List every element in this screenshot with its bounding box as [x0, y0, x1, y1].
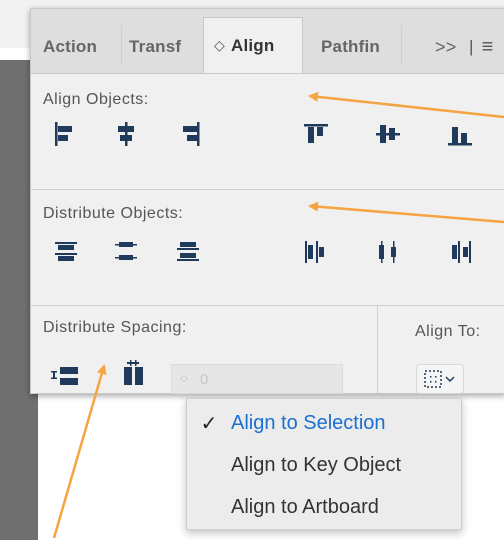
- tab-align-label: Align: [230, 35, 275, 55]
- horizontal-align-right-icon[interactable]: [171, 119, 205, 149]
- align-to-label: Align To:: [415, 323, 481, 340]
- distribute-spacing-label: Distribute Spacing:: [43, 319, 187, 336]
- panel-tab-bar: Action Transf ◇ Align Pathfin >> | ≡: [31, 9, 504, 74]
- tab-collapse-icon: ◇: [214, 37, 225, 53]
- horizontal-align-center-icon[interactable]: [109, 119, 143, 149]
- section-divider: [31, 189, 504, 190]
- vertical-distribute-space-icon[interactable]: [49, 361, 83, 391]
- distribute-objects-label: Distribute Objects:: [43, 205, 184, 222]
- tab-separator: [401, 25, 402, 65]
- align-to-dropdown-button[interactable]: [416, 364, 464, 394]
- spacing-value-field[interactable]: 0: [196, 371, 208, 388]
- dropdown-item-label: Align to Artboard: [231, 495, 379, 518]
- vertical-align-center-icon[interactable]: [371, 119, 405, 149]
- vertical-align-bottom-icon[interactable]: [443, 119, 477, 149]
- tab-align[interactable]: ◇ Align: [203, 17, 303, 73]
- tab-pathfinder[interactable]: Pathfin: [321, 27, 380, 67]
- vertical-align-top-icon[interactable]: [299, 119, 333, 149]
- spacing-value-stepper[interactable]: ︿ ﹀ 0: [171, 364, 343, 394]
- vertical-distribute-top-icon[interactable]: [49, 237, 83, 267]
- panel-menu-button[interactable]: | ≡: [469, 27, 494, 67]
- dropdown-item-label: Align to Key Object: [231, 453, 402, 476]
- horizontal-distribute-left-icon[interactable]: [299, 237, 333, 267]
- horizontal-align-left-icon[interactable]: [49, 119, 83, 149]
- double-chevron-icon: >>: [435, 36, 457, 57]
- dropdown-item-align-to-selection[interactable]: ✓ Align to Selection: [187, 405, 461, 441]
- horizontal-distribute-right-icon[interactable]: [443, 237, 477, 267]
- section-divider: [31, 305, 504, 306]
- horizontal-distribute-space-icon[interactable]: [117, 359, 151, 389]
- vertical-distribute-bottom-icon[interactable]: [171, 237, 205, 267]
- stepper-arrows-icon[interactable]: ︿ ﹀: [172, 371, 196, 388]
- align-to-dropdown-menu: ✓ Align to Selection Align to Key Object…: [186, 398, 462, 530]
- vertical-distribute-center-icon[interactable]: [109, 237, 143, 267]
- divider-bar: |: [469, 37, 474, 56]
- align-objects-label: Align Objects:: [43, 91, 149, 108]
- hamburger-icon: ≡: [481, 35, 494, 58]
- tab-separator: [121, 25, 122, 65]
- checkmark-icon: ✓: [200, 412, 218, 435]
- tab-transform[interactable]: Transf: [129, 27, 181, 67]
- tab-actions[interactable]: Action: [43, 27, 97, 67]
- align-panel: Action Transf ◇ Align Pathfin >> | ≡ Ali…: [30, 8, 504, 394]
- dropdown-item-align-to-artboard[interactable]: Align to Artboard: [187, 489, 461, 525]
- horizontal-distribute-center-icon[interactable]: [371, 237, 405, 267]
- section-vertical-divider: [377, 305, 378, 393]
- dropdown-item-align-to-key-object[interactable]: Align to Key Object: [187, 447, 461, 483]
- tab-overflow-button[interactable]: >>: [435, 27, 456, 67]
- dropdown-item-label: Align to Selection: [231, 411, 386, 434]
